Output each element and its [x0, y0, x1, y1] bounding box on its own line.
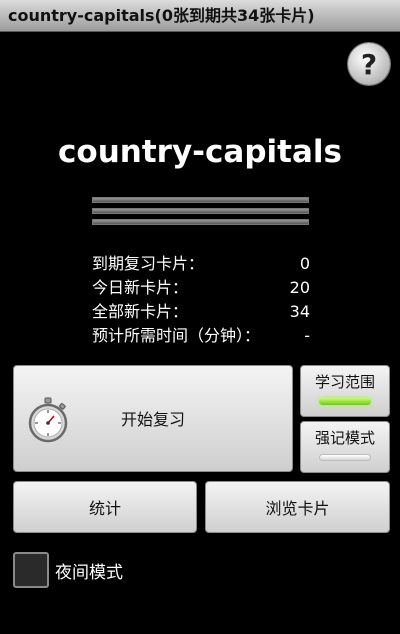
deck-title: country-capitals — [58, 134, 342, 170]
statistics-label: 统计 — [88, 499, 121, 518]
window-title: country-capitals(0张到期共34张卡片) — [8, 6, 315, 25]
title-bar: country-capitals(0张到期共34张卡片) — [0, 0, 400, 32]
progress-bar-1 — [92, 197, 309, 203]
study-scope-button[interactable]: 学习范围 — [300, 365, 390, 417]
night-mode-checkbox[interactable] — [13, 552, 49, 588]
statistics-button[interactable]: 统计 — [13, 481, 197, 533]
cram-mode-indicator — [319, 454, 371, 461]
deck-stats: 到期复习卡片： 0 今日新卡片： 20 全部新卡片： 34 预计所需时间（分钟）… — [92, 252, 310, 348]
help-button[interactable]: ? — [348, 43, 390, 85]
cram-mode-label: 强记模式 — [314, 429, 375, 447]
stat-value: 20 — [289, 278, 310, 297]
stat-row-new-total: 全部新卡片： 34 — [92, 300, 310, 324]
start-review-button[interactable]: 开始复习 — [13, 365, 293, 472]
progress-bar-2 — [92, 208, 309, 214]
stat-label: 全部新卡片： — [92, 302, 189, 321]
stat-label: 到期复习卡片： — [92, 254, 205, 273]
progress-bar-3 — [92, 219, 309, 225]
stat-value: 34 — [289, 302, 310, 321]
cram-mode-button[interactable]: 强记模式 — [300, 421, 390, 473]
browse-cards-label: 浏览卡片 — [265, 499, 330, 518]
stat-label: 预计所需时间（分钟）： — [92, 326, 261, 345]
browse-cards-button[interactable]: 浏览卡片 — [205, 481, 390, 533]
study-scope-label: 学习范围 — [314, 373, 375, 391]
stat-label: 今日新卡片： — [92, 278, 189, 297]
stat-row-due: 到期复习卡片： 0 — [92, 252, 310, 276]
stat-row-eta: 预计所需时间（分钟）： - — [92, 324, 310, 348]
stat-value: 0 — [299, 254, 310, 273]
help-question-icon: ? — [360, 47, 378, 81]
night-mode-label: 夜间模式 — [55, 562, 123, 583]
night-mode-toggle[interactable]: 夜间模式 — [13, 551, 123, 589]
stat-row-new-today: 今日新卡片： 20 — [92, 276, 310, 300]
stat-value: - — [304, 326, 310, 345]
start-review-label: 开始复习 — [120, 410, 185, 429]
study-scope-indicator — [319, 398, 371, 405]
